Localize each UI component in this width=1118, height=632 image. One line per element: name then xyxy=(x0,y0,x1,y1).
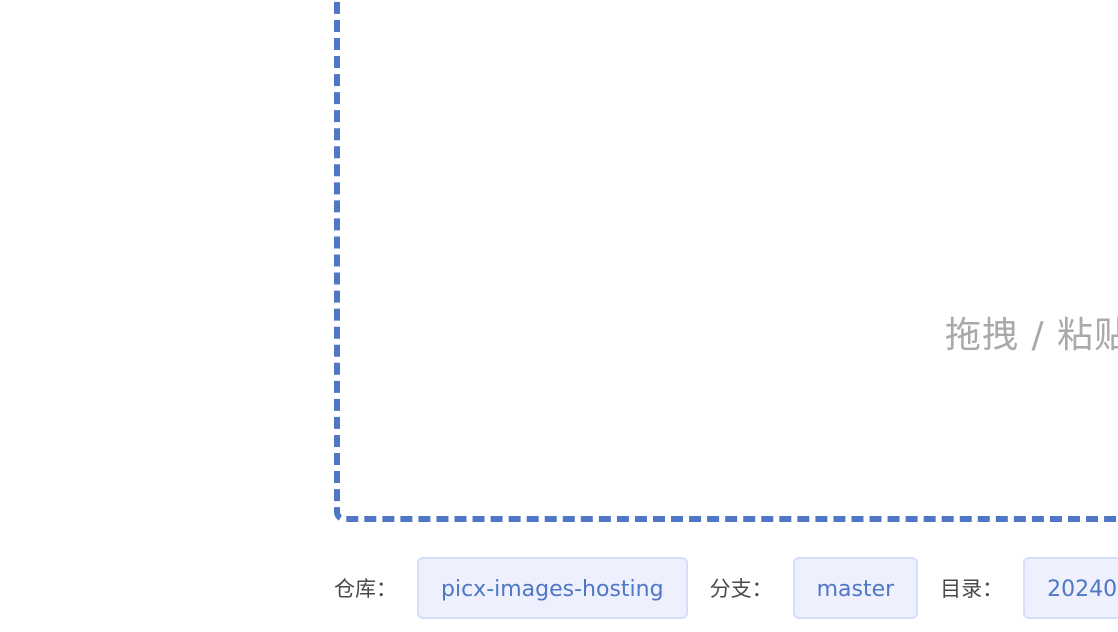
upload-dropzone[interactable] xyxy=(334,0,1118,522)
dropzone-hint-text: 拖拽 / 粘贴 xyxy=(945,315,1118,356)
directory-label: 目录： xyxy=(940,577,1004,601)
branch-label: 分支： xyxy=(709,577,773,601)
page: 拖拽 / 粘贴 仓库： picx-images-hosting 分支： mast… xyxy=(0,0,1118,632)
branch-selector[interactable]: master xyxy=(792,557,919,619)
repo-info-bar: 仓库： picx-images-hosting 分支： master 目录： 2… xyxy=(334,556,1118,620)
directory-selector[interactable]: 20240106 xyxy=(1023,557,1118,619)
repo-selector[interactable]: picx-images-hosting xyxy=(417,557,688,619)
repo-label: 仓库： xyxy=(334,577,397,601)
